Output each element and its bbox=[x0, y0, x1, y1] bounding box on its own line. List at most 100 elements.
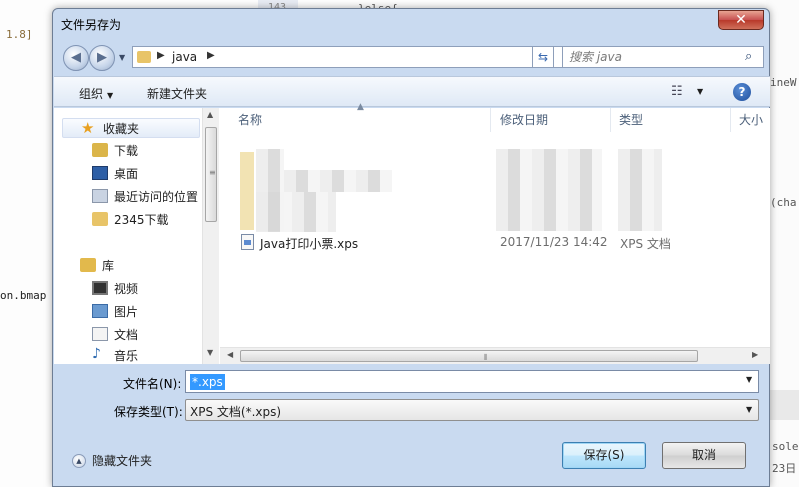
refresh-button[interactable]: ⇆ bbox=[532, 46, 554, 68]
nav-item-label: 2345下载 bbox=[114, 212, 169, 227]
forward-button[interactable]: ▶ bbox=[89, 45, 115, 71]
chevron-down-icon[interactable]: ▼ bbox=[746, 405, 752, 414]
scrollbar-thumb[interactable]: ≡ bbox=[205, 127, 217, 222]
grip-icon: ≡ bbox=[209, 168, 216, 177]
refresh-icon: ⇆ bbox=[537, 50, 549, 64]
nav-item-desktop[interactable]: 桌面 bbox=[92, 163, 138, 183]
nav-item-videos[interactable]: 视频 bbox=[92, 278, 138, 298]
nav-item-label: 视频 bbox=[114, 281, 139, 296]
column-header-name[interactable]: 名称 bbox=[238, 108, 262, 132]
title-bar[interactable]: 文件另存为 ✕ bbox=[53, 9, 769, 37]
browser-area: ★ 收藏夹 下载 桌面 最近访问的位置 2345下载 库 视频 图片 文档 ♪ … bbox=[54, 102, 770, 364]
file-type: XPS 文档 bbox=[620, 237, 671, 251]
blurred-region bbox=[256, 192, 336, 232]
nav-item-2345-downloads[interactable]: 2345下载 bbox=[92, 209, 169, 229]
nav-pane-scrollbar[interactable]: ▲ ≡ ▼ bbox=[202, 108, 219, 364]
close-button[interactable]: ✕ bbox=[718, 10, 764, 30]
column-divider[interactable] bbox=[490, 108, 491, 132]
blurred-region bbox=[618, 149, 662, 231]
nav-item-label: 图片 bbox=[114, 304, 139, 319]
documents-icon bbox=[92, 327, 108, 341]
nav-item-music[interactable]: ♪ 音乐 bbox=[92, 347, 138, 363]
code-fragment: (cha bbox=[770, 196, 797, 209]
blurred-region bbox=[284, 170, 392, 192]
code-fragment: ineW bbox=[770, 76, 797, 89]
address-bar[interactable]: ▶ java ▶ ▼ bbox=[132, 46, 588, 68]
nav-item-label: 文档 bbox=[114, 327, 139, 342]
sort-ascending-icon: ▲ bbox=[357, 102, 364, 112]
pictures-icon bbox=[92, 304, 108, 318]
blurred-folder-icon bbox=[240, 152, 254, 230]
nav-item-downloads[interactable]: 下载 bbox=[92, 140, 138, 160]
column-divider[interactable] bbox=[730, 108, 731, 132]
nav-item-documents[interactable]: 文档 bbox=[92, 324, 138, 344]
music-icon: ♪ bbox=[92, 347, 101, 362]
breadcrumb-segment[interactable]: java bbox=[172, 50, 197, 64]
editor-status-bar bbox=[766, 390, 799, 420]
search-icon[interactable]: ⌕ bbox=[745, 49, 752, 64]
scroll-right-icon[interactable]: ▶ bbox=[752, 350, 758, 359]
chevron-down-icon[interactable]: ▼ bbox=[697, 87, 703, 96]
nav-item-label: 下载 bbox=[114, 143, 139, 158]
file-modified-date: 2017/11/23 14:42 bbox=[500, 235, 608, 249]
forward-arrow-icon: ▶ bbox=[97, 50, 107, 65]
nav-item-label: 桌面 bbox=[114, 166, 139, 181]
column-header-modified[interactable]: 修改日期 bbox=[500, 108, 548, 132]
code-fragment: 1.8] bbox=[6, 28, 33, 41]
chevron-up-icon: ▲ bbox=[72, 453, 86, 468]
nav-item-recent-places[interactable]: 最近访问的位置 bbox=[92, 186, 198, 206]
filetype-label: 保存类型(T): bbox=[114, 405, 183, 419]
scrollbar-thumb[interactable]: ⦀ bbox=[240, 350, 698, 362]
breadcrumb-chevron-icon[interactable]: ▶ bbox=[157, 50, 165, 61]
video-icon bbox=[92, 281, 108, 295]
file-list: ▲ 名称 修改日期 类型 大小 Java打印小票.xps 2017/11/23 … bbox=[220, 102, 770, 364]
filetype-value: XPS 文档(*.xps) bbox=[190, 405, 282, 419]
list-item[interactable]: Java打印小票.xps 2017/11/23 14:42 XPS 文档 bbox=[230, 232, 750, 252]
recent-pages-dropdown-icon[interactable]: ▼ bbox=[119, 53, 125, 62]
star-icon: ★ bbox=[81, 119, 95, 137]
folder-icon bbox=[137, 51, 151, 63]
help-button[interactable]: ? bbox=[733, 83, 751, 101]
nav-item-label: 收藏夹 bbox=[103, 121, 140, 136]
organize-menu[interactable]: 组织 ▼ bbox=[79, 85, 113, 102]
command-bar: 组织 ▼ 新建文件夹 ☷ ▼ ? bbox=[54, 76, 770, 107]
chevron-down-icon[interactable]: ▼ bbox=[746, 375, 752, 384]
filename-input[interactable]: *.xps bbox=[190, 374, 225, 390]
back-button[interactable]: ◀ bbox=[63, 45, 89, 71]
save-button[interactable]: 保存(S) bbox=[562, 442, 646, 469]
code-fragment: on.bmap bbox=[0, 289, 47, 302]
new-folder-button[interactable]: 新建文件夹 bbox=[147, 85, 207, 102]
file-list-horizontal-scrollbar[interactable]: ◀ ⦀ ▶ bbox=[220, 347, 770, 364]
download-icon bbox=[92, 143, 108, 157]
nav-item-favorites[interactable]: ★ 收藏夹 bbox=[62, 118, 200, 138]
breadcrumb-chevron-icon[interactable]: ▶ bbox=[207, 50, 215, 61]
scroll-down-icon[interactable]: ▼ bbox=[207, 348, 213, 357]
nav-item-library[interactable]: 库 bbox=[80, 255, 114, 275]
code-fragment: sole bbox=[772, 440, 799, 453]
search-input[interactable] bbox=[569, 49, 739, 65]
chevron-down-icon: ▼ bbox=[107, 91, 114, 100]
column-divider[interactable] bbox=[610, 108, 611, 132]
nav-item-pictures[interactable]: 图片 bbox=[92, 301, 138, 321]
folder-icon bbox=[92, 212, 108, 226]
navigation-pane: ★ 收藏夹 下载 桌面 最近访问的位置 2345下载 库 视频 图片 文档 ♪ … bbox=[54, 108, 202, 364]
scroll-left-icon[interactable]: ◀ bbox=[227, 350, 233, 359]
nav-item-label: 最近访问的位置 bbox=[114, 189, 199, 204]
cancel-button[interactable]: 取消 bbox=[662, 442, 746, 469]
column-header-type[interactable]: 类型 bbox=[619, 108, 643, 132]
scroll-up-icon[interactable]: ▲ bbox=[207, 110, 213, 119]
file-name: Java打印小票.xps bbox=[260, 237, 359, 251]
hide-folders-label: 隐藏文件夹 bbox=[92, 454, 153, 468]
search-box[interactable]: ⌕ bbox=[562, 46, 764, 68]
filename-label: 文件名(N): bbox=[123, 377, 182, 391]
hide-folders-toggle[interactable]: ▲ 隐藏文件夹 bbox=[72, 452, 152, 469]
view-options-icon[interactable]: ☷ bbox=[671, 84, 683, 99]
save-as-dialog: 文件另存为 ✕ ◀ ▶ ▼ ▶ java ▶ ▼ ⇆ ⌕ 组织▼ 新建文件夹 ☷… bbox=[52, 8, 770, 487]
xps-document-icon bbox=[241, 234, 254, 250]
column-header-size[interactable]: 大小 bbox=[739, 108, 763, 132]
filename-combobox[interactable]: *.xps ▼ bbox=[185, 370, 759, 393]
filetype-select[interactable]: XPS 文档(*.xps) ▼ bbox=[185, 399, 759, 421]
dialog-title: 文件另存为 bbox=[61, 18, 122, 32]
back-arrow-icon: ◀ bbox=[71, 50, 81, 65]
nav-item-label: 库 bbox=[102, 258, 115, 273]
